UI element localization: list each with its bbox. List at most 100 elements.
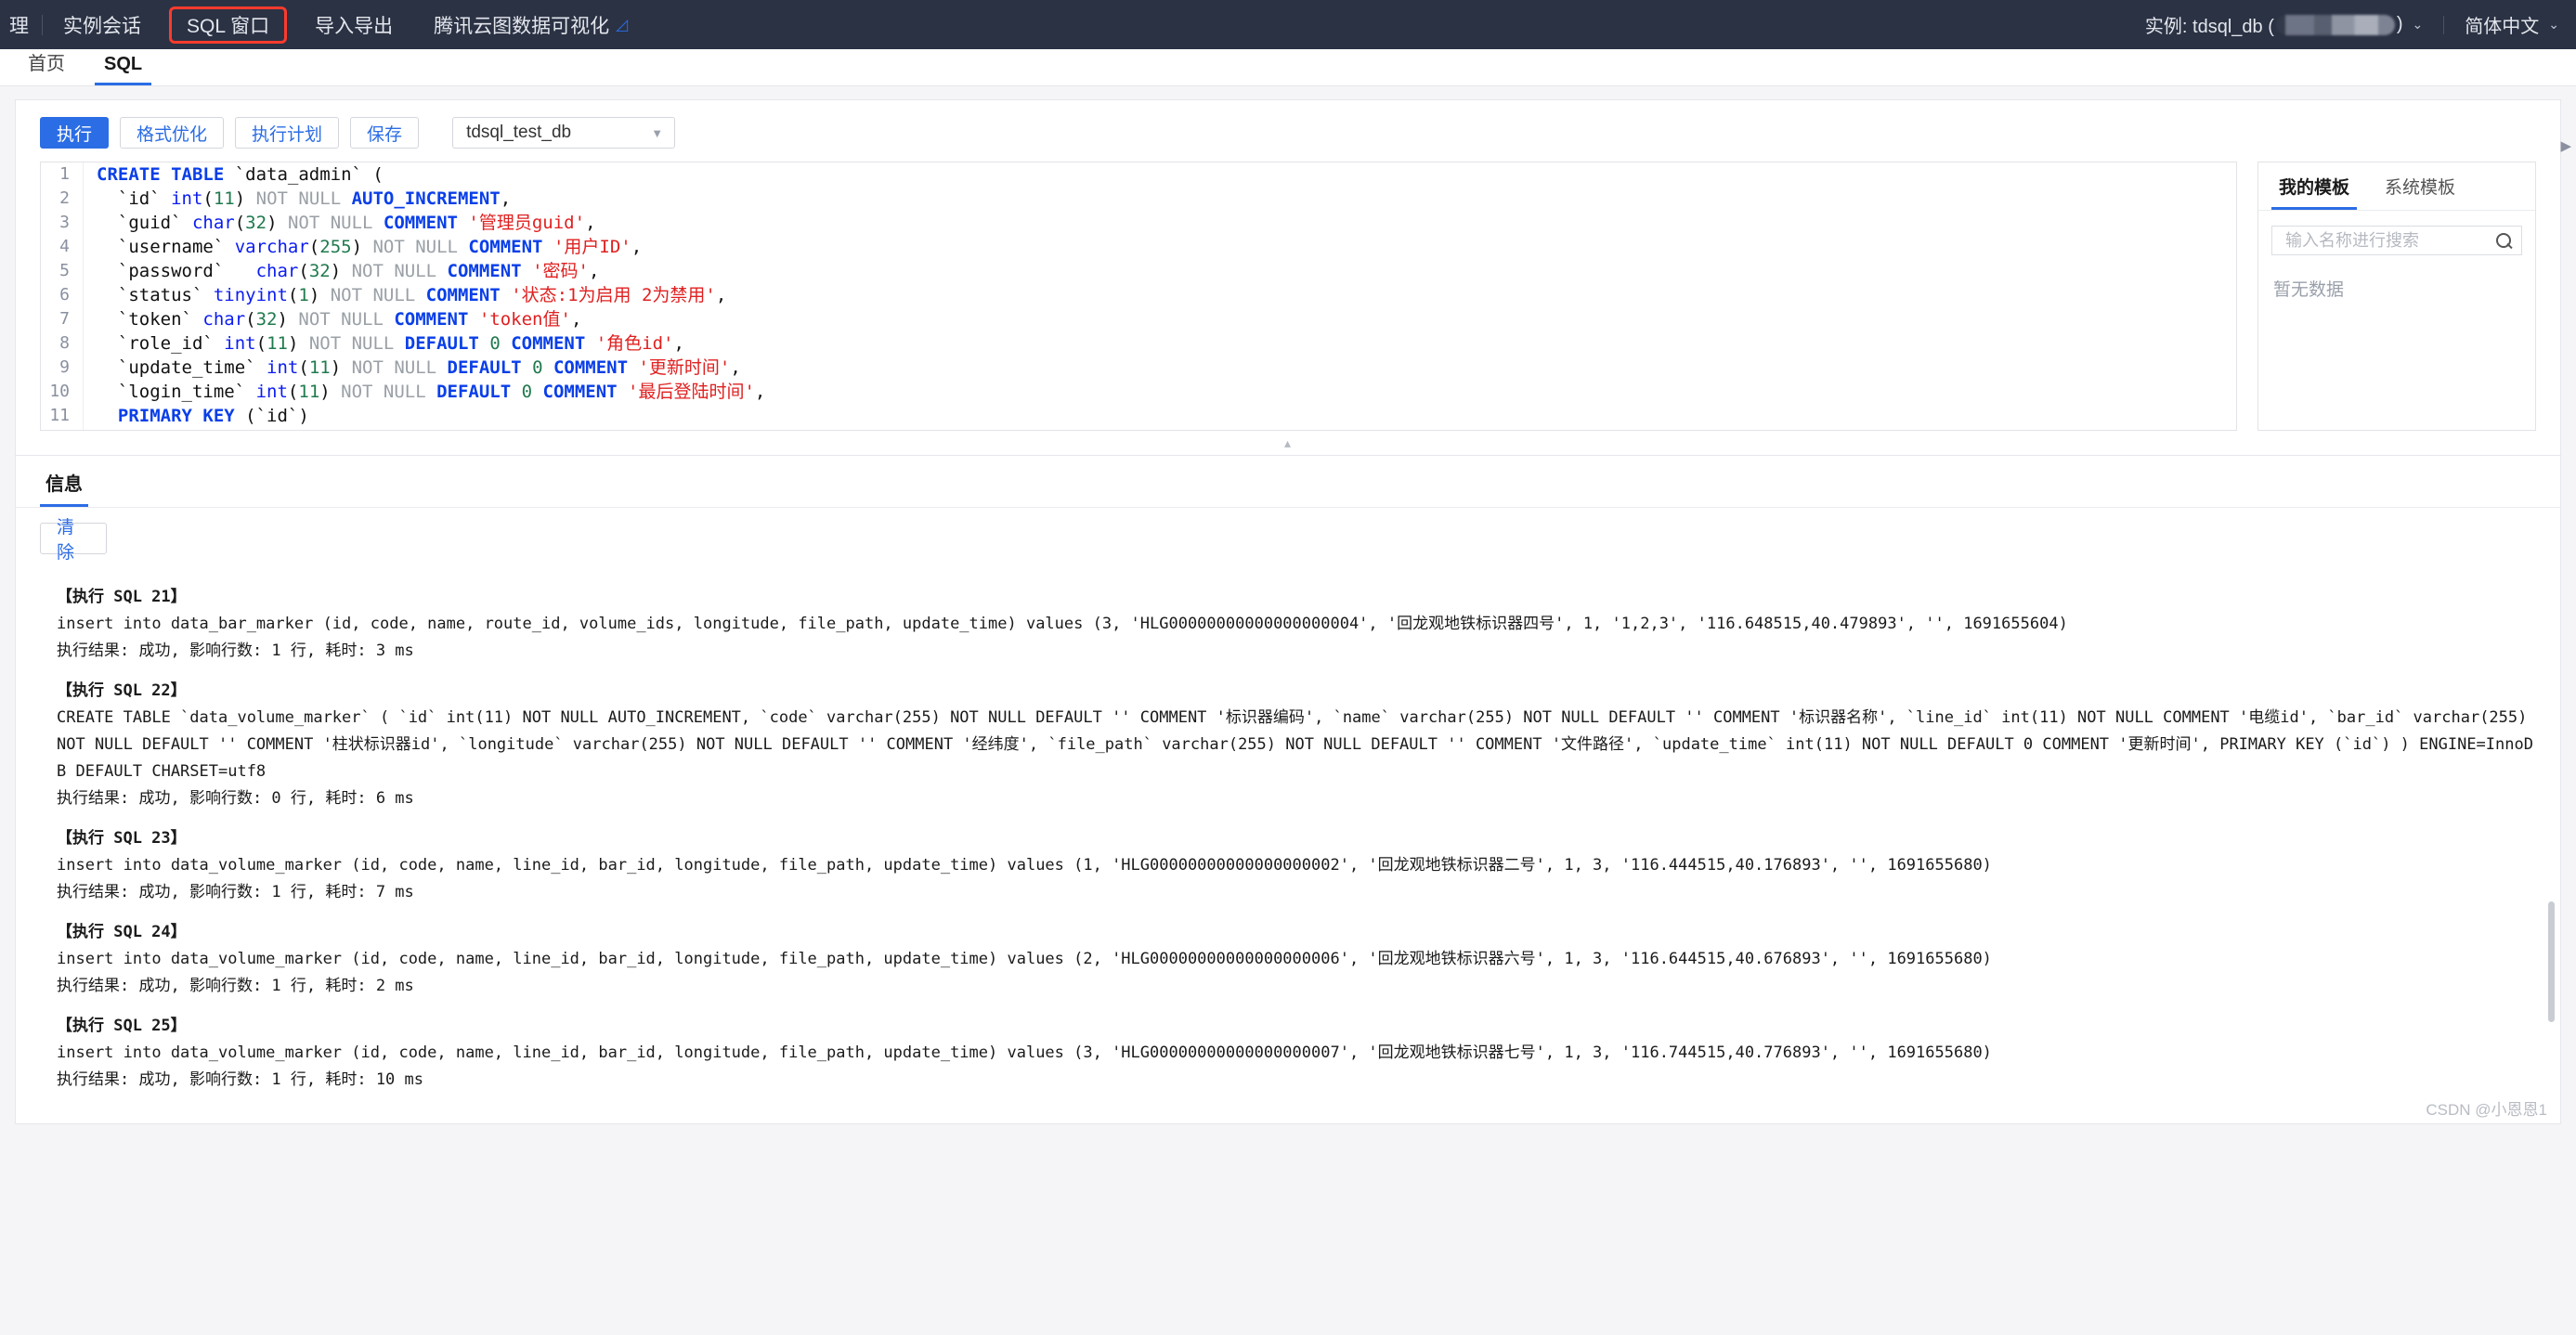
code-text: ) ENGINE=InnoDB DEFAULT CHARSET=utf8; [84,428,489,430]
explain-plan-button[interactable]: 执行计划 [235,117,340,149]
template-search-box[interactable] [2271,226,2522,255]
log-scrollbar[interactable] [2548,901,2555,1022]
line-number: 5 [41,259,84,283]
code-line: 7 `token` char(32) NOT NULL COMMENT 'tok… [41,307,2236,331]
nav-item-instance-session[interactable]: 实例会话 [43,0,162,49]
code-line: 4 `username` varchar(255) NOT NULL COMME… [41,235,2236,259]
log-entry-title: 【执行 SQL 22】 [57,681,187,700]
tab-my-templates[interactable]: 我的模板 [2271,162,2358,210]
top-nav-right: 实例: tdsql_db ( ) ⌄ 简体中文 ⌄ [2145,0,2576,49]
chevron-down-icon-language: ⌄ [2548,17,2559,32]
log-entry-sql: insert into data_bar_marker (id, code, n… [57,615,2068,633]
database-select[interactable]: tdsql_test_db ▼ [452,117,676,149]
watermark: CSDN @小恩恩1 [2426,1101,2547,1119]
page-body: 执行 格式优化 执行计划 保存 tdsql_test_db ▼ 1 CREATE … [0,86,2576,1335]
instance-selector[interactable]: 实例: tdsql_db ( ) ⌄ [2145,11,2423,38]
log-entry-title: 【执行 SQL 21】 [57,588,187,606]
code-line: 11 PRIMARY KEY (`id`) [41,404,2236,428]
database-select-value: tdsql_test_db [466,123,572,142]
clear-button[interactable]: 清除 [40,518,107,563]
language-label: 简体中文 [2465,17,2540,37]
code-text: `token` char(32) NOT NULL COMMENT 'token… [97,309,582,330]
nav-item-cloud-visualization[interactable]: 腾讯云图数据可视化 ◿ [413,0,648,49]
execute-button[interactable]: 执行 [40,117,110,149]
log-entries: 【执行 SQL 21】 insert into data_bar_marker (… [57,584,2536,1094]
line-number: 10 [41,380,84,404]
log-entry-sql: insert into data_volume_marker (id, code… [57,950,1992,968]
log-entry-result: 执行结果: 成功, 影响行数: 1 行, 耗时: 7 ms [57,883,414,901]
log-entry-result: 执行结果: 成功, 影响行数: 0 行, 耗时: 6 ms [57,789,414,808]
nav-item-sql-window[interactable]: SQL 窗口 [169,6,288,44]
tab-system-templates[interactable]: 系统模板 [2377,162,2463,210]
results-toolbar: 清除 [16,508,2560,564]
log-entry-title: 【执行 SQL 24】 [57,923,187,941]
code-line: 8 `role_id` int(11) NOT NULL DEFAULT 0 C… [41,331,2236,356]
code-text: `password` char(32) NOT NULL COMMENT '密码… [97,261,600,281]
code-line: 12) ENGINE=InnoDB DEFAULT CHARSET=utf8; [41,428,2236,430]
code-text: `username` varchar(255) NOT NULL COMMENT… [97,237,643,257]
template-search-input[interactable] [2283,229,2469,252]
code-text: PRIMARY KEY (`id`) [117,406,309,426]
external-link-icon: ◿ [616,15,629,33]
nav-item-cloud-visualization-label: 腾讯云图数据可视化 [434,15,610,37]
save-button[interactable]: 保存 [350,117,420,149]
line-number: 12 [41,428,84,430]
line-number: 3 [41,211,84,235]
nav-item-truncated[interactable]: 理 [2,0,42,49]
log-entry-result: 执行结果: 成功, 影响行数: 1 行, 耗时: 10 ms [57,1070,423,1089]
tab-home[interactable]: 首页 [19,48,74,85]
top-nav-items: 理 实例会话 SQL 窗口 导入导出 腾讯云图数据可视化 ◿ [0,0,648,49]
collapse-panel-icon[interactable]: ▶ [2560,137,2571,154]
line-number: 11 [41,404,84,428]
code-line: 6 `status` tinyint(1) NOT NULL COMMENT '… [41,283,2236,307]
log-entry: 【执行 SQL 22】 CREATE TABLE `data_volume_mar… [57,678,2536,812]
code-text: `login_time` int(11) NOT NULL DEFAULT 0 … [97,382,766,402]
code-text: `role_id` int(11) NOT NULL DEFAULT 0 COM… [97,333,684,354]
log-entry-sql: insert into data_volume_marker (id, code… [57,856,1992,875]
log-entry-sql: CREATE TABLE `data_volume_marker` ( `id`… [57,708,2533,781]
editor-and-templates: 1 CREATE TABLE `data_admin` (2 `id` int(1… [16,138,2571,431]
template-panel: 我的模板 系统模板 暂无数据 [2257,162,2536,431]
log-entry: 【执行 SQL 24】 insert into data_volume_marke… [57,919,2536,1000]
log-entry-result: 执行结果: 成功, 影响行数: 1 行, 耗时: 3 ms [57,642,414,660]
execution-log[interactable]: 【执行 SQL 21】 insert into data_bar_marker (… [16,564,2560,1121]
code-text: CREATE TABLE `data_admin` ( [97,164,384,185]
line-number: 4 [41,235,84,259]
code-text: `guid` char(32) NOT NULL COMMENT '管理员gui… [97,213,596,233]
code-text: `id` int(11) NOT NULL AUTO_INCREMENT, [97,188,512,209]
sql-editor-panel: 执行 格式优化 执行计划 保存 tdsql_test_db ▼ 1 CREATE … [15,99,2571,456]
code-lines: 1 CREATE TABLE `data_admin` (2 `id` int(1… [41,162,2236,430]
instance-label-suffix: ) [2396,14,2403,34]
line-number: 6 [41,283,84,307]
top-navigation-bar: 理 实例会话 SQL 窗口 导入导出 腾讯云图数据可视化 ◿ 实例: tdsql… [0,0,2576,49]
code-line: 2 `id` int(11) NOT NULL AUTO_INCREMENT, [41,187,2236,211]
format-button[interactable]: 格式优化 [120,117,225,149]
chevron-down-icon-database: ▼ [651,125,664,140]
code-text: `status` tinyint(1) NOT NULL COMMENT '状态… [97,285,727,305]
search-icon[interactable] [2496,232,2512,249]
log-entry-result: 执行结果: 成功, 影响行数: 1 行, 耗时: 2 ms [57,977,414,995]
nav-divider-right [2443,15,2445,34]
template-empty-state: 暂无数据 [2273,280,2345,300]
line-number: 9 [41,356,84,380]
tab-messages[interactable]: 信息 [40,469,88,507]
log-entry-title: 【执行 SQL 25】 [57,1017,187,1035]
page-tabs: 首页 SQL [0,49,2576,86]
instance-label-prefix: 实例: tdsql_db ( [2144,17,2274,37]
log-clipped-row [57,567,2536,584]
editor-resize-handle[interactable]: ▴ [16,431,2560,455]
code-line: 10 `login_time` int(11) NOT NULL DEFAULT… [41,380,2236,404]
language-selector[interactable]: 简体中文 ⌄ [2465,11,2559,38]
chevron-down-icon: ⌄ [2412,17,2424,32]
code-line: 5 `password` char(32) NOT NULL COMMENT '… [41,259,2236,283]
sql-code-editor[interactable]: 1 CREATE TABLE `data_admin` (2 `id` int(1… [40,162,2237,431]
log-entry-sql: insert into data_volume_marker (id, code… [57,1043,1992,1062]
line-number: 2 [41,187,84,211]
line-number: 8 [41,331,84,356]
tab-sql[interactable]: SQL [95,54,152,85]
nav-item-import-export[interactable]: 导入导出 [294,0,413,49]
code-line: 3 `guid` char(32) NOT NULL COMMENT '管理员g… [41,211,2236,235]
editor-toolbar: 执行 格式优化 执行计划 保存 tdsql_test_db ▼ [16,100,2560,162]
log-entry: 【执行 SQL 23】 insert into data_volume_marke… [57,825,2536,906]
line-number: 7 [41,307,84,331]
